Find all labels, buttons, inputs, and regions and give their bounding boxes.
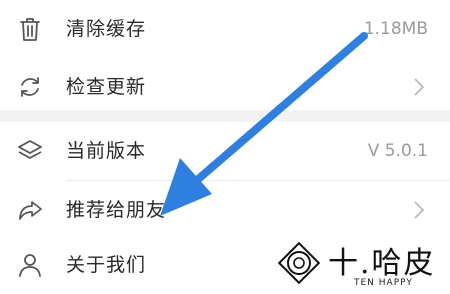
- chevron-right-icon: [414, 201, 424, 219]
- chevron-right-icon: [414, 78, 424, 96]
- settings-item-current-version[interactable]: 当前版本 V 5.0.1: [0, 122, 450, 180]
- settings-item-label: 当前版本: [66, 140, 147, 162]
- user-icon: [19, 254, 41, 277]
- share-icon: [19, 201, 42, 220]
- brand-name-en: TEN HAPPY: [354, 278, 413, 288]
- brand-name-cn: 十.哈皮: [328, 246, 436, 281]
- settings-item-label: 推荐给朋友: [66, 199, 167, 221]
- trash-icon: [20, 18, 40, 41]
- brand-logo-icon: [277, 241, 321, 285]
- refresh-icon: [21, 77, 39, 97]
- cache-size-value: 1.18MB: [363, 19, 428, 39]
- settings-item-check-update[interactable]: 检查更新: [0, 58, 450, 116]
- settings-item-label: 关于我们: [66, 254, 147, 276]
- section-gap: [0, 110, 450, 122]
- settings-item-recommend[interactable]: 推荐给朋友: [0, 181, 450, 239]
- settings-item-label: 清除缓存: [66, 18, 147, 40]
- layers-icon: [18, 140, 42, 159]
- settings-item-clear-cache[interactable]: 清除缓存 1.18MB: [0, 0, 450, 58]
- settings-item-label: 检查更新: [66, 76, 147, 98]
- watermark: 十.哈皮 TEN HAPPY: [268, 236, 450, 294]
- version-value: V 5.0.1: [367, 141, 428, 161]
